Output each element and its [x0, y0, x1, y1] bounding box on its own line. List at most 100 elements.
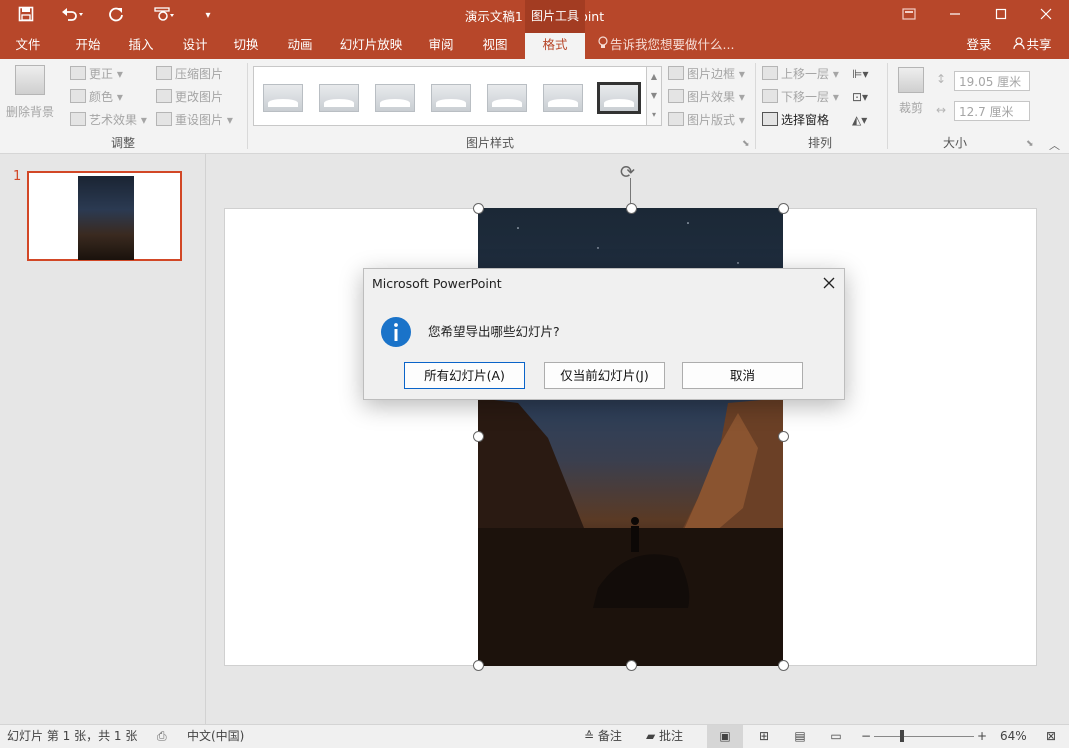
close-icon[interactable] — [1023, 0, 1069, 33]
dialog-close-icon[interactable] — [820, 273, 838, 293]
remove-background-icon — [15, 65, 45, 95]
tab-design[interactable]: 设计 — [172, 33, 218, 59]
zoom-level[interactable]: 64% — [1000, 725, 1027, 748]
resize-handle[interactable] — [626, 203, 637, 214]
picture-style-7[interactable] — [593, 78, 643, 116]
picture-styles-group-label: 图片样式 — [465, 136, 514, 150]
ribbon-display-icon[interactable] — [886, 0, 932, 33]
corrections-button[interactable]: 更正 ▾ — [70, 65, 123, 83]
tab-slideshow[interactable]: 幻灯片放映 — [334, 33, 408, 59]
crop-button[interactable]: 裁剪 — [893, 67, 929, 127]
resize-handle[interactable] — [778, 431, 789, 442]
tab-insert[interactable]: 插入 — [118, 33, 164, 59]
reset-picture-label: 重设图片 — [175, 113, 224, 127]
picture-layout-button[interactable]: 图片版式 ▾ — [668, 111, 745, 129]
color-button[interactable]: 颜色 ▾ — [70, 88, 123, 106]
tell-me-text: 告诉我您想要做什么... — [610, 37, 735, 52]
cancel-button[interactable]: 取消 — [682, 362, 803, 389]
resize-handle[interactable] — [473, 203, 484, 214]
comments-button[interactable]: ▰ 批注 — [646, 725, 683, 748]
tab-home[interactable]: 开始 — [64, 33, 112, 59]
spell-check-icon[interactable]: ⎙ — [157, 725, 167, 748]
notes-icon: ≙ — [584, 729, 598, 743]
rotate-handle-icon[interactable]: ⟳ — [620, 162, 635, 183]
resize-handle[interactable] — [778, 660, 789, 671]
group-divider — [247, 63, 248, 149]
picture-effects-button[interactable]: 图片效果 ▾ — [668, 88, 745, 106]
dialog-launcher-icon[interactable]: ⬊ — [742, 139, 750, 149]
layout-icon — [668, 112, 684, 126]
share-button[interactable]: 共享 — [1003, 33, 1061, 59]
normal-view-icon[interactable]: ▣ — [707, 725, 743, 748]
tab-file[interactable]: 文件 — [6, 33, 50, 59]
picture-style-3[interactable] — [369, 78, 419, 116]
picture-style-6[interactable] — [537, 78, 587, 116]
title-bar: ▾ 演示文稿1 - PowerPoint 图片工具 — [0, 0, 1069, 33]
align-icon[interactable]: ⊫▾ — [852, 65, 868, 83]
reading-view-icon[interactable]: ▤ — [790, 725, 810, 748]
change-picture-icon — [156, 89, 172, 103]
dialog-title: Microsoft PowerPoint — [372, 276, 502, 291]
artistic-effects-button[interactable]: 艺术效果 ▾ — [70, 111, 147, 129]
thumbnail-image — [78, 176, 134, 260]
minimize-icon[interactable] — [932, 0, 978, 33]
send-backward-label: 下移一层 — [781, 90, 830, 104]
all-slides-button[interactable]: 所有幻灯片(A) — [404, 362, 525, 389]
picture-tools-context-label: 图片工具 — [525, 0, 585, 33]
height-field[interactable]: 19.05 厘米 — [954, 71, 1030, 91]
tab-transitions[interactable]: 切换 — [223, 33, 269, 59]
slide-sorter-icon[interactable]: ⊞ — [754, 725, 774, 748]
picture-styles-gallery[interactable] — [253, 66, 647, 126]
rotate-icon[interactable]: ◭▾ — [852, 111, 867, 129]
selection-pane-button[interactable]: 选择窗格 — [762, 111, 829, 129]
adjust-group-label: 调整 — [110, 136, 135, 150]
sign-in-link[interactable]: 登录 — [960, 33, 998, 59]
resize-handle[interactable] — [473, 431, 484, 442]
group-icon[interactable]: ⊡▾ — [852, 88, 868, 106]
size-dialog-launcher-icon[interactable]: ⬊ — [1026, 139, 1034, 149]
tab-animations[interactable]: 动画 — [277, 33, 323, 59]
zoom-slider[interactable] — [874, 736, 974, 737]
tab-format[interactable]: 格式 — [525, 33, 585, 59]
picture-style-1[interactable] — [257, 78, 307, 116]
maximize-icon[interactable] — [978, 0, 1024, 33]
bring-forward-button[interactable]: 上移一层 ▾ — [762, 65, 839, 83]
picture-style-5[interactable] — [481, 78, 531, 116]
resize-handle[interactable] — [778, 203, 789, 214]
resize-handle[interactable] — [473, 660, 484, 671]
effects-icon — [668, 89, 684, 103]
picture-border-button[interactable]: 图片边框 ▾ — [668, 65, 745, 83]
group-divider — [755, 63, 756, 149]
send-backward-icon — [762, 89, 778, 103]
picture-style-2[interactable] — [313, 78, 363, 116]
send-backward-button[interactable]: 下移一层 ▾ — [762, 88, 839, 106]
language-indicator[interactable]: 中文(中国) — [187, 725, 244, 748]
tab-review[interactable]: 审阅 — [418, 33, 464, 59]
arrange-group-label: 排列 — [807, 136, 832, 150]
notes-button[interactable]: ≙ 备注 — [584, 725, 622, 748]
zoom-in-icon[interactable]: + — [977, 725, 987, 748]
selection-pane-icon — [762, 112, 778, 126]
collapse-ribbon-icon[interactable]: ︿ — [1049, 137, 1060, 153]
picture-style-4[interactable] — [425, 78, 475, 116]
reset-picture-button[interactable]: 重设图片 ▾ — [156, 111, 233, 129]
gallery-scroll[interactable]: ▲ ▼ ▾ — [646, 66, 662, 126]
remove-background-button[interactable]: 删除背景 — [4, 65, 56, 125]
slide-thumbnail[interactable] — [27, 171, 182, 261]
width-field[interactable]: 12.7 厘米 — [954, 101, 1030, 121]
zoom-out-icon[interactable]: − — [861, 725, 871, 748]
compress-pictures-button[interactable]: 压缩图片 — [156, 65, 223, 83]
fit-to-window-icon[interactable]: ⊠ — [1046, 725, 1056, 748]
artistic-effects-icon — [70, 112, 86, 126]
current-slide-button[interactable]: 仅当前幻灯片(J) — [544, 362, 665, 389]
resize-handle[interactable] — [626, 660, 637, 671]
bring-forward-label: 上移一层 — [781, 67, 830, 81]
lightbulb-icon — [598, 33, 610, 57]
export-dialog: Microsoft PowerPoint 您希望导出哪些幻灯片? 所有幻灯片(A… — [363, 268, 845, 400]
tab-view[interactable]: 视图 — [472, 33, 518, 59]
tell-me-search[interactable]: 告诉我您想要做什么... — [598, 33, 748, 59]
zoom-slider-thumb[interactable] — [900, 730, 904, 742]
crop-icon — [898, 67, 924, 93]
change-picture-button[interactable]: 更改图片 — [156, 88, 223, 106]
slideshow-view-icon[interactable]: ▭ — [826, 725, 846, 748]
